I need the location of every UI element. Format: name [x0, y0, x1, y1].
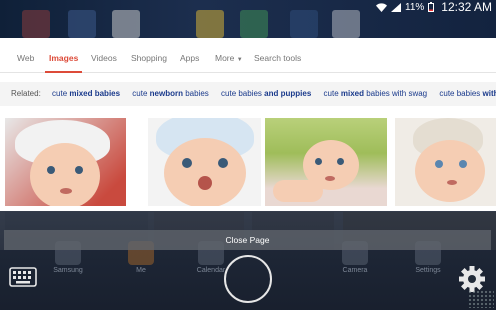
related-chip[interactable]: cute babies with swag	[439, 89, 496, 98]
battery-percent: 11%	[405, 1, 425, 13]
tab-videos[interactable]: Videos	[91, 53, 117, 73]
search-tabs: Web Images Videos Shopping Apps More ▼ S…	[0, 38, 496, 73]
app-drawer-dots	[468, 290, 494, 308]
related-chip[interactable]: cute mixed babies	[52, 89, 120, 98]
wifi-icon	[376, 2, 388, 12]
wallpaper-app-icon	[240, 10, 268, 38]
wallpaper-app-icon	[112, 10, 140, 38]
image-hand	[273, 180, 323, 202]
caret-down-icon: ▼	[236, 57, 243, 63]
tab-web[interactable]: Web	[17, 53, 34, 73]
clock: 12:32 AM	[441, 0, 492, 14]
wallpaper-app-icon	[68, 10, 96, 38]
close-page-button[interactable]: Close Page	[4, 230, 491, 250]
wallpaper-app-icon	[290, 10, 318, 38]
tab-more-label: More	[215, 53, 235, 63]
tab-shopping[interactable]: Shopping	[131, 53, 167, 73]
image-result[interactable]	[5, 118, 126, 206]
tab-images[interactable]: Images	[45, 53, 83, 73]
related-chip[interactable]: cute mixed babies with swag	[324, 89, 428, 98]
tab-apps[interactable]: Apps	[180, 53, 199, 73]
related-chip[interactable]: cute newborn babies	[132, 89, 208, 98]
tab-more[interactable]: More ▼	[215, 53, 243, 73]
signal-icon	[391, 2, 402, 12]
image-result[interactable]	[395, 118, 496, 206]
wallpaper-app-icon	[332, 10, 360, 38]
gear-icon[interactable]	[458, 265, 486, 293]
image-face	[415, 140, 485, 202]
home-button[interactable]	[224, 255, 272, 303]
keyboard-icon[interactable]	[9, 267, 37, 287]
home-wallpaper-strip: 11% 12:32 AM	[0, 0, 496, 38]
image-face	[164, 138, 246, 206]
related-label: Related:	[11, 89, 41, 98]
image-result[interactable]	[265, 118, 387, 206]
tab-search-tools[interactable]: Search tools	[254, 53, 301, 73]
battery-icon	[428, 2, 435, 12]
status-bar: 11% 12:32 AM	[376, 0, 492, 14]
image-result[interactable]	[148, 118, 261, 206]
wallpaper-app-icon	[196, 10, 224, 38]
wallpaper-app-icon	[22, 10, 50, 38]
related-chip[interactable]: cute babies and puppies	[221, 89, 311, 98]
image-face	[30, 143, 100, 206]
related-searches: Related: cute mixed babies cute newborn …	[0, 82, 496, 106]
